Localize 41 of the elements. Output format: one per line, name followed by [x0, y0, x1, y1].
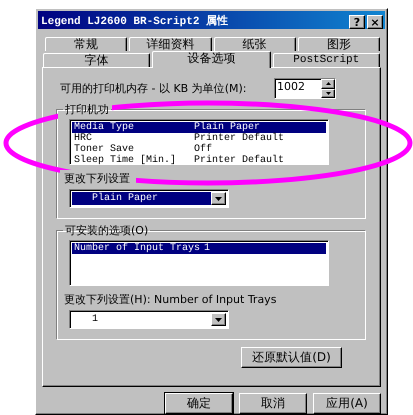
group-title: 打印机功	[64, 103, 110, 116]
item-value: 1	[204, 243, 212, 254]
item-value: Printer Default	[194, 155, 286, 166]
memory-label: 可用的打印机内存 - 以 KB 为单位(M):	[60, 81, 248, 96]
item-value: Printer Default	[194, 133, 286, 144]
setting-label: 更改下列设置(H): Number of Input Trays	[64, 293, 276, 307]
cancel-button[interactable]: 取消	[239, 393, 307, 414]
window-title: Legend LJ2600 BR-Script2 属性	[41, 14, 230, 28]
item-value: Plain Paper	[194, 122, 260, 133]
help-button[interactable]: ?	[349, 15, 365, 29]
item-name: Media Type	[74, 122, 136, 133]
item-name: Toner Save	[74, 144, 136, 155]
tab[interactable]: 常规	[45, 37, 128, 51]
tab[interactable]: 详细资料	[129, 37, 212, 51]
tab[interactable]: 纸张	[214, 37, 296, 51]
group-title: 可安装的选项(O)	[64, 224, 150, 237]
list-item[interactable]: HRC Printer Default	[72, 133, 326, 144]
restore-defaults-button[interactable]: 还原默认值(D)	[241, 347, 342, 368]
apply-button[interactable]: 应用(A)	[313, 393, 381, 414]
caret-icon	[215, 196, 222, 200]
tab[interactable]: 字体	[43, 53, 150, 67]
item-name: Sleep Time [Min.]	[74, 155, 178, 166]
list-item[interactable]: Media Type Plain Paper	[72, 122, 326, 133]
setting-label: 更改下列设置	[64, 172, 130, 186]
list-item[interactable]: Number of Input Trays 1	[72, 243, 326, 254]
list-item[interactable]: Toner Save Off	[72, 144, 326, 155]
close-button[interactable]: ×	[367, 15, 383, 29]
caret-icon	[215, 318, 222, 322]
tab[interactable]: 设备选项	[152, 51, 271, 68]
ok-button[interactable]: 确定	[165, 393, 233, 414]
spin-field[interactable]: 1002	[274, 78, 336, 99]
tab[interactable]: 图形	[298, 37, 380, 51]
up-arrow-icon	[326, 82, 330, 86]
item-value: Off	[194, 144, 212, 155]
tab[interactable]: PostScript	[272, 53, 380, 67]
down-arrow-icon	[326, 92, 330, 95]
dropdown[interactable]: Plain Paper	[69, 189, 229, 208]
item-name: HRC	[74, 133, 94, 144]
dropdown[interactable]: 1	[69, 310, 229, 329]
item-name: Number of Input Trays	[74, 243, 202, 254]
list-item[interactable]: Sleep Time [Min.] Printer Default	[72, 155, 326, 166]
